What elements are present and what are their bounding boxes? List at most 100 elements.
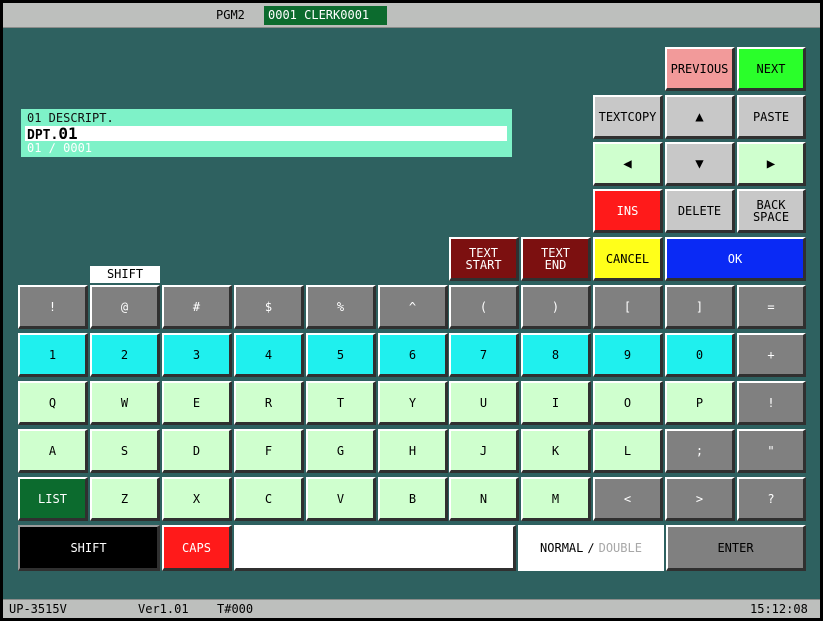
next-button[interactable]: NEXT <box>737 47 806 91</box>
key-j[interactable]: J <box>449 429 519 473</box>
version-label: Ver1.01 <box>138 602 189 616</box>
key-h[interactable]: H <box>378 429 448 473</box>
key-open-bracket[interactable]: [ <box>593 285 663 329</box>
key-r[interactable]: R <box>234 381 304 425</box>
key-x[interactable]: X <box>162 477 232 521</box>
textcopy-button[interactable]: TEXTCOPY <box>593 95 663 139</box>
key-equals[interactable]: = <box>737 285 806 329</box>
key-s[interactable]: S <box>90 429 160 473</box>
delete-button[interactable]: DELETE <box>665 189 735 233</box>
terminal-number: T#000 <box>217 602 254 616</box>
key-9[interactable]: 9 <box>593 333 663 377</box>
key-q[interactable]: Q <box>18 381 88 425</box>
key-less-than[interactable]: < <box>593 477 663 521</box>
cursor-right-button[interactable]: ▶ <box>737 142 806 186</box>
key-question[interactable]: ? <box>737 477 806 521</box>
key-l[interactable]: L <box>593 429 663 473</box>
caps-button[interactable]: CAPS <box>162 525 232 571</box>
key-3[interactable]: 3 <box>162 333 232 377</box>
cursor-down-button[interactable]: ▼ <box>665 142 735 186</box>
clerk-badge: 0001 CLERK0001 <box>264 6 387 25</box>
shift-indicator: SHIFT <box>90 266 160 283</box>
clock: 15:12:08 <box>750 602 808 616</box>
top-bar: PGM2 0001 CLERK0001 <box>3 3 820 28</box>
previous-button[interactable]: PREVIOUS <box>665 47 735 91</box>
key-8[interactable]: 8 <box>521 333 591 377</box>
key-p[interactable]: P <box>665 381 735 425</box>
paste-button[interactable]: PASTE <box>737 95 806 139</box>
enter-button[interactable]: ENTER <box>666 525 806 571</box>
ok-button[interactable]: OK <box>665 237 806 281</box>
key-d[interactable]: D <box>162 429 232 473</box>
key-greater-than[interactable]: > <box>665 477 735 521</box>
key-semicolon[interactable]: ; <box>665 429 735 473</box>
key-7[interactable]: 7 <box>449 333 519 377</box>
key-f[interactable]: F <box>234 429 304 473</box>
description-position: 01 ∕ 0001 <box>27 141 93 155</box>
space-entry-field[interactable] <box>234 525 516 571</box>
key-a[interactable]: A <box>18 429 88 473</box>
character-mode-toggle[interactable]: NORMAL ∕ DOUBLE <box>518 525 664 571</box>
backspace-button[interactable]: BACK SPACE <box>737 189 806 233</box>
key-v[interactable]: V <box>306 477 376 521</box>
left-arrow-icon: ◀ <box>623 155 632 172</box>
description-panel: 01 DESCRIPT. DPT.01 01 ∕ 0001 <box>21 109 512 157</box>
mode-double: DOUBLE <box>598 541 642 555</box>
key-close-bracket[interactable]: ] <box>665 285 735 329</box>
mode-normal: NORMAL <box>540 541 584 555</box>
key-quote[interactable]: " <box>737 429 806 473</box>
key-hash[interactable]: # <box>162 285 232 329</box>
text-start-button[interactable]: TEXT START <box>449 237 519 281</box>
key-percent[interactable]: % <box>306 285 376 329</box>
key-b[interactable]: B <box>378 477 448 521</box>
key-c[interactable]: C <box>234 477 304 521</box>
key-m[interactable]: M <box>521 477 591 521</box>
key-plus[interactable]: + <box>737 333 806 377</box>
text-end-button[interactable]: TEXT END <box>521 237 591 281</box>
pos-screen: PGM2 0001 CLERK0001 01 DESCRIPT. DPT.01 … <box>3 3 820 618</box>
key-exclamation[interactable]: ! <box>18 285 88 329</box>
right-arrow-icon: ▶ <box>766 155 776 172</box>
key-k[interactable]: K <box>521 429 591 473</box>
key-1[interactable]: 1 <box>18 333 88 377</box>
key-0[interactable]: 0 <box>665 333 735 377</box>
list-button[interactable]: LIST <box>18 477 88 521</box>
description-label: 01 DESCRIPT. <box>27 111 114 125</box>
cursor-left-button[interactable]: ◀ <box>593 142 663 186</box>
key-z[interactable]: Z <box>90 477 160 521</box>
key-g[interactable]: G <box>306 429 376 473</box>
key-at[interactable]: @ <box>90 285 160 329</box>
backspace-label-line1: BACK <box>756 197 786 212</box>
key-t[interactable]: T <box>306 381 376 425</box>
up-arrow-icon: ▲ <box>695 108 704 125</box>
cancel-button[interactable]: CANCEL <box>593 237 663 281</box>
key-4[interactable]: 4 <box>234 333 304 377</box>
backspace-label-line2: SPACE <box>752 209 790 224</box>
model-name: UP-3515V <box>9 602 67 616</box>
key-u[interactable]: U <box>449 381 519 425</box>
status-bar: UP-3515V Ver1.01 T#000 15:12:08 <box>3 599 820 618</box>
key-w[interactable]: W <box>90 381 160 425</box>
insert-button[interactable]: INS <box>593 189 663 233</box>
key-5[interactable]: 5 <box>306 333 376 377</box>
key-n[interactable]: N <box>449 477 519 521</box>
key-2[interactable]: 2 <box>90 333 160 377</box>
text-start-line2: START <box>465 257 502 272</box>
key-6[interactable]: 6 <box>378 333 448 377</box>
key-y[interactable]: Y <box>378 381 448 425</box>
key-caret[interactable]: ^ <box>378 285 448 329</box>
key-open-paren[interactable]: ( <box>449 285 519 329</box>
key-pipe[interactable]: ! <box>737 381 806 425</box>
down-arrow-icon: ▼ <box>695 155 704 172</box>
text-end-line2: END <box>544 257 567 272</box>
key-dollar[interactable]: $ <box>234 285 304 329</box>
key-e[interactable]: E <box>162 381 232 425</box>
program-mode: PGM2 <box>216 8 245 22</box>
key-i[interactable]: I <box>521 381 591 425</box>
cursor-up-button[interactable]: ▲ <box>665 95 735 139</box>
key-o[interactable]: O <box>593 381 663 425</box>
description-input[interactable]: DPT.01 <box>25 126 507 143</box>
key-close-paren[interactable]: ) <box>521 285 591 329</box>
mode-separator: ∕ <box>587 541 595 555</box>
shift-button[interactable]: SHIFT <box>18 525 160 571</box>
